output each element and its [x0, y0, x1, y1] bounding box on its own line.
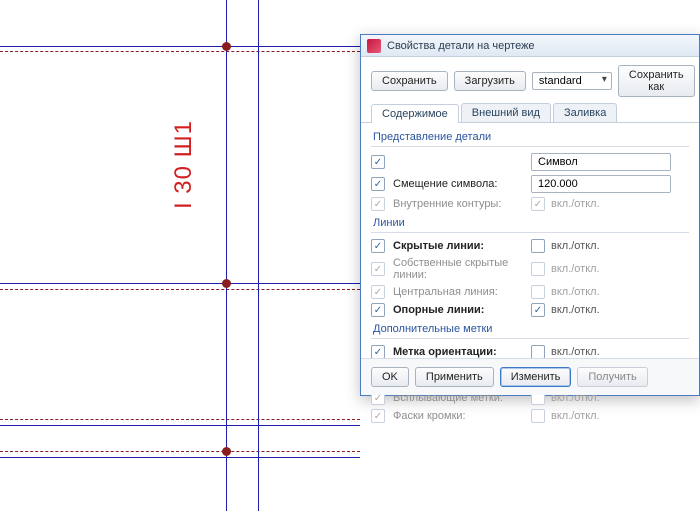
dialog-title: Свойства детали на чертеже — [387, 40, 535, 52]
get-button[interactable]: Получить — [577, 367, 647, 387]
hidden-checkbox[interactable]: ✓ — [371, 239, 385, 253]
part-properties-dialog: Свойства детали на чертеже Сохранить Заг… — [360, 34, 700, 396]
offset-label: Смещение символа: — [393, 178, 523, 190]
apply-button[interactable]: Применить — [415, 367, 494, 387]
ok-button[interactable]: OK — [371, 367, 409, 387]
save-as-button[interactable]: Сохранить как — [618, 65, 695, 97]
tab-fill[interactable]: Заливка — [553, 103, 617, 122]
symbol-checkbox[interactable]: ✓ — [371, 155, 385, 169]
group-extra: Дополнительные метки — [373, 323, 689, 335]
save-button[interactable]: Сохранить — [371, 71, 448, 91]
own-hidden-checkbox: ✓ — [371, 262, 385, 276]
orient-toggle-checkbox[interactable] — [531, 345, 545, 359]
preset-combo[interactable]: standard — [532, 72, 612, 90]
inner-checkbox: ✓ — [371, 197, 385, 211]
tab-content[interactable]: Содержимое — [371, 104, 459, 123]
inner-toggle-checkbox: ✓ — [531, 197, 545, 211]
inner-toggle-label: вкл./откл. — [551, 198, 600, 210]
edit-button[interactable]: Изменить — [500, 367, 572, 387]
button-bar: OK Применить Изменить Получить — [361, 358, 699, 395]
center-toggle-checkbox — [531, 285, 545, 299]
toolbar: Сохранить Загрузить standard Сохранить к… — [361, 57, 699, 103]
own-hidden-toggle-checkbox — [531, 262, 545, 276]
ref-toggle-label: вкл./откл. — [551, 304, 600, 316]
center-toggle-label: вкл./откл. — [551, 286, 600, 298]
app-icon — [367, 39, 381, 53]
group-lines: Линии — [373, 217, 689, 229]
hidden-toggle-checkbox[interactable] — [531, 239, 545, 253]
ref-toggle-checkbox[interactable]: ✓ — [531, 303, 545, 317]
inner-label: Внутренние контуры: — [393, 198, 523, 210]
offset-checkbox[interactable]: ✓ — [371, 177, 385, 191]
chamfer-toggle-label: вкл./откл. — [551, 410, 600, 422]
orient-toggle-label: вкл./откл. — [551, 346, 600, 358]
center-label: Центральная линия: — [393, 286, 523, 298]
chamfer-label: Фаски кромки: — [393, 410, 523, 422]
orient-label: Метка ориентации: — [393, 346, 523, 358]
chamfer-checkbox: ✓ — [371, 409, 385, 423]
own-hidden-toggle-label: вкл./откл. — [551, 263, 600, 275]
own-hidden-label: Собственные скрытые линии: — [393, 257, 523, 281]
dimension-label: I 30 Ш1 — [170, 120, 198, 209]
titlebar[interactable]: Свойства детали на чертеже — [361, 35, 699, 57]
ref-label: Опорные линии: — [393, 304, 523, 316]
orient-checkbox[interactable]: ✓ — [371, 345, 385, 359]
chamfer-toggle-checkbox — [531, 409, 545, 423]
symbol-input[interactable]: Символ — [531, 153, 671, 171]
tab-appearance[interactable]: Внешний вид — [461, 103, 551, 122]
offset-input[interactable]: 120.000 — [531, 175, 671, 193]
hidden-label: Скрытые линии: — [393, 240, 523, 252]
hidden-toggle-label: вкл./откл. — [551, 240, 600, 252]
load-button[interactable]: Загрузить — [454, 71, 526, 91]
ref-checkbox[interactable]: ✓ — [371, 303, 385, 317]
group-representation: Представление детали — [373, 131, 689, 143]
tab-bar: Содержимое Внешний вид Заливка — [361, 103, 699, 123]
center-checkbox: ✓ — [371, 285, 385, 299]
